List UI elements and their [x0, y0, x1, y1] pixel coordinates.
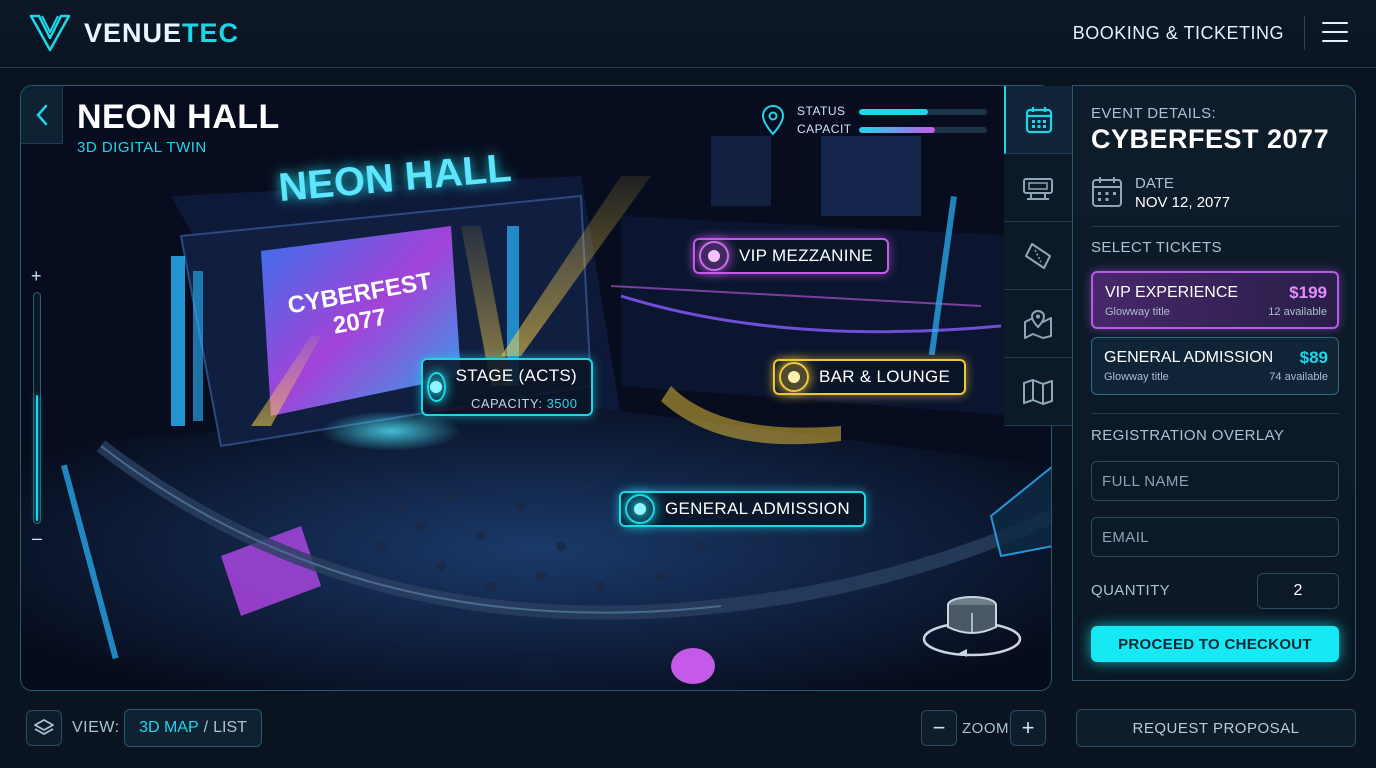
hotspot-vip-mezzanine[interactable]: VIP MEZZANINE — [693, 238, 889, 274]
rail-location-map[interactable] — [1004, 290, 1072, 358]
map-icon — [1023, 378, 1053, 405]
divider — [1091, 413, 1339, 414]
email-input[interactable] — [1091, 517, 1339, 557]
nav-booking-ticketing[interactable]: BOOKING & TICKETING — [1073, 23, 1284, 44]
brand-name-accent: TEC — [182, 17, 240, 48]
hotspot-marker-icon — [779, 362, 809, 392]
quantity-label: QUANTITY — [1091, 582, 1171, 599]
location-pin-icon — [761, 104, 785, 136]
proceed-to-checkout-button[interactable]: PROCEED TO CHECKOUT — [1091, 626, 1339, 662]
hamburger-menu-icon[interactable] — [1322, 22, 1348, 44]
hotspot-label: BAR & LOUNGE — [819, 367, 951, 386]
venuetec-logo-icon — [29, 14, 71, 52]
event-details-panel: EVENT DETAILS: CYBERFEST 2077 DATE NOV 1… — [1072, 85, 1356, 681]
capacity-label: CAPACIT — [797, 122, 852, 136]
back-button[interactable] — [21, 86, 63, 144]
date-calendar-icon — [1092, 177, 1122, 207]
event-details-label: EVENT DETAILS: — [1091, 105, 1217, 122]
ticket-subtitle: Glowway title — [1104, 371, 1169, 383]
slider-track[interactable] — [33, 292, 41, 524]
event-name: CYBERFEST 2077 — [1091, 124, 1330, 154]
hotspot-general-admission[interactable]: GENERAL ADMISSION — [619, 491, 866, 527]
ticket-option-vip[interactable]: VIP EXPERIENCE Glowway title $199 12 ava… — [1091, 271, 1339, 329]
rail-calendar[interactable] — [1004, 86, 1072, 154]
brand-name: VENUETEC — [84, 18, 239, 49]
stage-capacity-value: 3500 — [546, 396, 578, 411]
calendar-icon — [1025, 106, 1053, 133]
view-3d-map-option[interactable]: 3D MAP — [139, 719, 199, 737]
ticket-name: VIP EXPERIENCE — [1105, 284, 1239, 301]
hotspot-marker-icon — [699, 241, 729, 271]
header-divider — [1304, 16, 1305, 50]
zoom-out-button[interactable]: − — [921, 710, 957, 746]
ticket-availability: 74 available — [1269, 371, 1328, 383]
venue-title: NEON HALL — [77, 98, 280, 136]
status-bar — [859, 109, 987, 115]
layers-button[interactable] — [26, 710, 62, 746]
ticket-icon — [1025, 242, 1051, 269]
hotspot-marker-icon — [427, 372, 446, 402]
app-header: VENUETEC BOOKING & TICKETING — [0, 0, 1376, 68]
ticket-availability: 12 available — [1268, 306, 1327, 318]
map-zoom-slider[interactable]: + – — [29, 266, 49, 549]
venue-subtitle: 3D DIGITAL TWIN — [77, 139, 207, 156]
hotspot-label: STAGE (ACTS) — [455, 366, 577, 385]
view-list-option[interactable]: LIST — [213, 719, 247, 737]
status-label: STATUS — [797, 104, 846, 118]
ticket-subtitle: Glowway title — [1105, 306, 1170, 318]
capacity-bar-fill — [859, 127, 935, 133]
status-bar-fill — [859, 109, 929, 115]
zoom-in-button[interactable]: + — [1010, 710, 1046, 746]
rotate-view-icon[interactable] — [919, 591, 1025, 663]
registration-overlay-label: REGISTRATION OVERLAY — [1091, 427, 1285, 444]
full-name-input[interactable] — [1091, 461, 1339, 501]
stage-capacity: CAPACITY: 3500 — [471, 396, 578, 411]
rail-ticket[interactable] — [1004, 222, 1072, 290]
chevron-left-icon — [35, 104, 47, 125]
brand-name-main: VENUE — [84, 17, 183, 48]
date-value: NOV 12, 2077 — [1135, 194, 1231, 211]
ticket-price: $199 — [1289, 283, 1327, 302]
brand-logo[interactable]: VENUETEC — [28, 12, 239, 54]
quantity-field[interactable]: 2 — [1257, 573, 1339, 609]
divider — [1091, 226, 1339, 227]
ticket-scanner-icon — [1023, 177, 1053, 200]
view-label: VIEW: — [72, 719, 120, 736]
zoom-label: ZOOM — [962, 720, 1009, 737]
slider-minus-icon[interactable]: – — [32, 528, 42, 549]
hotspot-bar-lounge[interactable]: BAR & LOUNGE — [773, 359, 967, 395]
rail-floor-map[interactable] — [1004, 358, 1072, 426]
status-widget: STATUS CAPACIT — [761, 102, 991, 142]
stage-capacity-label: CAPACITY: — [471, 396, 543, 411]
request-proposal-button[interactable]: REQUEST PROPOSAL — [1076, 709, 1356, 747]
side-icon-rail — [1004, 86, 1072, 426]
map-pin-icon — [1024, 309, 1052, 339]
hotspot-label: GENERAL ADMISSION — [665, 499, 850, 518]
hotspot-label: VIP MEZZANINE — [739, 246, 873, 265]
select-tickets-label: SELECT TICKETS — [1091, 239, 1222, 256]
slider-plus-icon[interactable]: + — [31, 266, 42, 287]
date-label: DATE — [1135, 175, 1174, 192]
ticket-option-general-admission[interactable]: GENERAL ADMISSION Glowway title $89 74 a… — [1091, 337, 1339, 395]
capacity-bar — [859, 127, 987, 133]
rail-ticket-scanner[interactable] — [1004, 154, 1072, 222]
layers-icon — [34, 719, 54, 735]
hotspot-marker-icon — [625, 494, 655, 524]
slider-fill — [36, 394, 38, 521]
ticket-name: GENERAL ADMISSION — [1104, 349, 1274, 366]
hotspot-stage[interactable]: STAGE (ACTS) CAPACITY: 3500 — [421, 358, 593, 416]
ticket-price: $89 — [1299, 348, 1328, 367]
view-separator: / — [203, 719, 209, 736]
venue-3d-map[interactable]: CYBERFEST 2077 NEON HALL NEON HALL 3D DI… — [20, 85, 1052, 691]
view-mode-toggle[interactable]: 3D MAP / LIST — [124, 709, 262, 747]
